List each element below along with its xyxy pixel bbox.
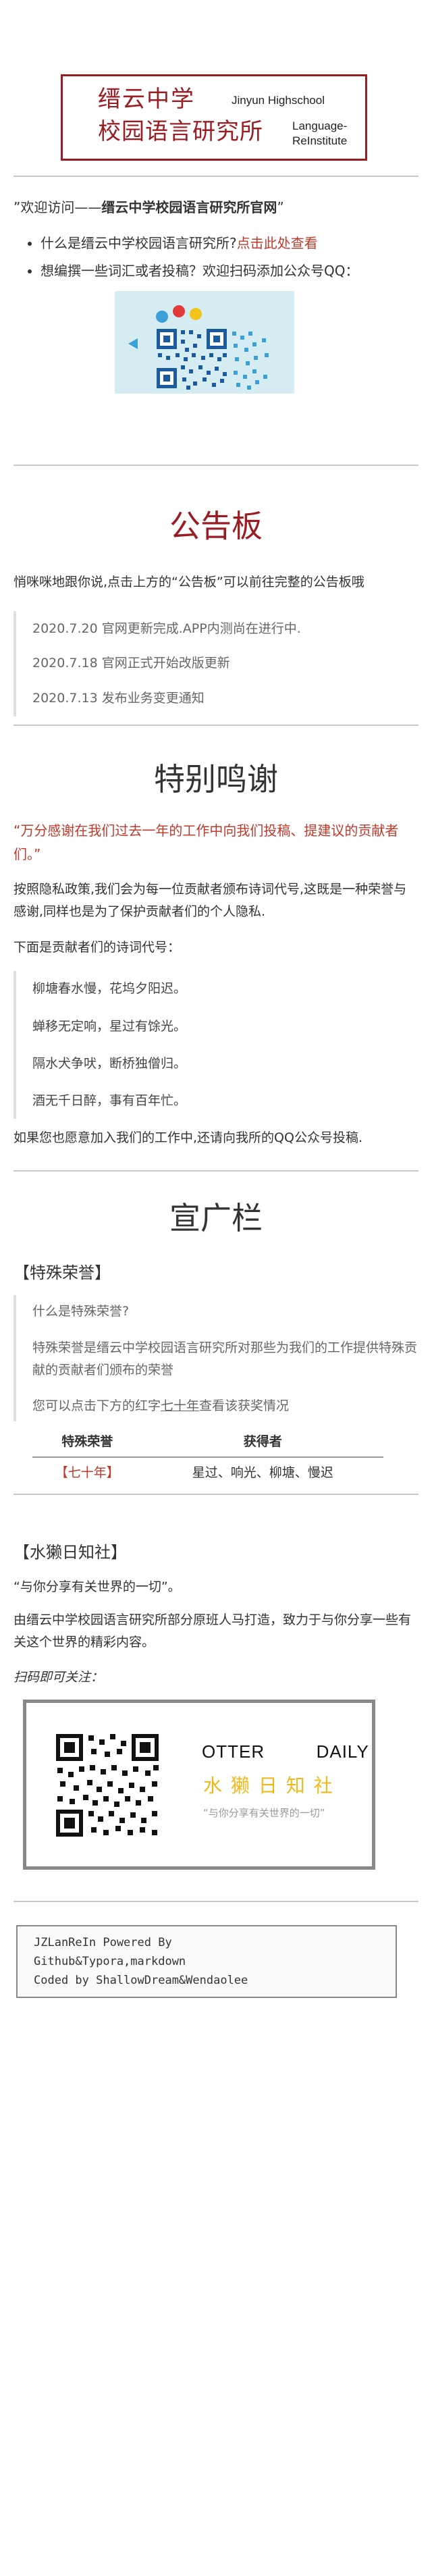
- site-footer: JZLanReIn Powered By Github&Typora,markd…: [16, 1924, 397, 1999]
- thanks-para-join: 如果您也愿意加入我们的工作中,还请向我所的QQ公众号投稿.: [14, 1130, 362, 1146]
- welcome-bold: 缙云中学校园语言研究所官网: [101, 199, 277, 215]
- thanks-title: 特别鸣谢: [154, 760, 278, 797]
- welcome-prefix: ”欢迎访问——: [14, 199, 102, 215]
- logo-cn-line1: 缙云中学: [98, 86, 195, 113]
- bulletin-title[interactable]: 公告板: [14, 506, 418, 547]
- honor-recipients: 星过、响光、柳塘、慢迟: [192, 1465, 333, 1480]
- intro-item2-text: 想编撰一些词汇或者投稿？欢迎扫码添加公众号QQ：: [40, 263, 359, 279]
- qr-code-image: [128, 305, 269, 390]
- scan-hint: 扫码即可关注：: [14, 1669, 104, 1685]
- honor-hint-pre: 您可以点击下方的红字: [32, 1398, 161, 1414]
- honor-answer: 特殊荣誉是缙云中学校园语言研究所对那些为我们的工作提供特殊贡献的贡献者们颁布的荣…: [32, 1340, 418, 1377]
- site-logo[interactable]: 缙云中学 校园语言研究所 Jinyun Highschool Language-…: [61, 74, 367, 161]
- footer-line1: JZLanReIn Powered By: [34, 1935, 172, 1949]
- divider: [14, 176, 418, 177]
- thanks-para-privacy: 按照隐私政策,我们会为每一位贡献者颁布诗词代号,这既是一种荣誉与感谢,同样也是为…: [14, 881, 407, 919]
- promo-title: 宣广栏: [169, 1199, 263, 1236]
- otter-card-area: OTTER DAILY 水 獭 日 知 社 “与你分享有关世界的一切”: [14, 1699, 418, 1882]
- qq-qr-code: [115, 291, 294, 394]
- honor-hint-post: 查看该获奖情况: [199, 1398, 290, 1414]
- intro-item-what: 什么是缙云中学校园语言研究所?点击此处查看: [40, 232, 418, 255]
- intro-link-view[interactable]: 点击此处查看: [237, 235, 318, 251]
- honor-name-link[interactable]: 【七十年】: [32, 1457, 142, 1488]
- intro-item1-text: 什么是缙云中学校园语言研究所?: [40, 235, 237, 251]
- honor-question: 什么是特殊荣誉?: [32, 1304, 130, 1319]
- logo-en-line3: ReInstitute: [292, 134, 348, 147]
- poem-code: 柳塘春水慢，花坞夕阳迟。: [32, 981, 187, 997]
- logo-cn-line2: 校园语言研究所: [98, 118, 263, 145]
- honor-table: 特殊荣誉 获得者 【七十年】 星过、响光、柳塘、慢迟: [32, 1428, 383, 1488]
- intro-list: 什么是缙云中学校园语言研究所?点击此处查看 想编撰一些词汇或者投稿？欢迎扫码添加…: [14, 232, 418, 283]
- poem-code: 酒无千日醉，事有百年忙。: [32, 1093, 187, 1109]
- otter-qr-code: [53, 1731, 161, 1839]
- logo-area: 缙云中学 校园语言研究所 Jinyun Highschool Language-…: [14, 0, 418, 176]
- otter-daily-card: OTTER DAILY 水 獭 日 知 社 “与你分享有关世界的一切”: [23, 1699, 375, 1870]
- otter-brand-en2: DAILY: [316, 1741, 369, 1762]
- thanks-para-codes: 下面是贡献者们的诗词代号：: [14, 940, 181, 955]
- logo-en-line1: Jinyun Highschool: [232, 94, 325, 107]
- otter-brand-en1: OTTER: [202, 1741, 265, 1762]
- otter-brand-slogan: “与你分享有关世界的一切”: [203, 1806, 325, 1819]
- otter-quote: “与你分享有关世界的一切”。: [14, 1579, 181, 1594]
- table-header: 特殊荣誉: [32, 1428, 142, 1458]
- poem-code-list: 柳塘春水慢，花坞夕阳迟。 蝉移无定响，星过有馀光。 隔水犬争吠，断桥独僧归。 酒…: [14, 971, 418, 1120]
- honor-link-seventy[interactable]: 七十年: [161, 1398, 199, 1413]
- table-row: 【七十年】 星过、响光、柳塘、慢迟: [32, 1457, 383, 1488]
- footer-line3: Coded by ShallowDream&Wendaolee: [34, 1973, 248, 1987]
- welcome-suffix: ”: [277, 199, 284, 215]
- table-header: 获得者: [142, 1428, 383, 1458]
- honor-heading: 【特殊荣誉】: [14, 1263, 111, 1283]
- intro-item-submit: 想编撰一些词汇或者投稿？欢迎扫码添加公众号QQ：: [40, 259, 418, 283]
- welcome-text: ”欢迎访问——缙云中学校园语言研究所官网”: [14, 185, 418, 219]
- footer-line2: Github&Typora,markdown: [34, 1954, 186, 1968]
- bulletin-item: 2020.7.20 官网更新完成.APP内测尚在进行中.: [32, 621, 301, 637]
- thanks-red-quote: “万分感谢在我们过去一年的工作中向我们投稿、提建议的贡献者们。”: [14, 822, 399, 862]
- otter-heading: 【水獭日知社】: [14, 1542, 127, 1562]
- honor-quote: 什么是特殊荣誉? 特殊荣誉是缙云中学校园语言研究所对那些为我们的工作提供特殊贡献…: [14, 1295, 418, 1422]
- logo-en-line2: Language-: [292, 120, 348, 132]
- poem-code: 蝉移无定响，星过有馀光。: [32, 1018, 187, 1034]
- poem-code: 隔水犬争吠，断桥独僧归。: [32, 1055, 187, 1071]
- honor-hint: 您可以点击下方的红字七十年查看该获奖情况: [32, 1395, 418, 1421]
- otter-desc: 由缙云中学校园语言研究所部分原班人马打造，致力于与你分享一些有关这个世界的精彩内…: [14, 1612, 412, 1650]
- bulletin-desc: 悄咪咪地跟你说,点击上方的“公告板”可以前往完整的公告板哦: [14, 574, 364, 589]
- otter-brand-cn: 水 獭 日 知 社: [203, 1774, 334, 1797]
- bulletin-list: 2020.7.20 官网更新完成.APP内测尚在进行中. 2020.7.18 官…: [14, 611, 418, 716]
- bulletin-item: 2020.7.18 官网正式开始改版更新: [32, 656, 230, 671]
- bulletin-item: 2020.7.13 发布业务变更通知: [32, 690, 205, 706]
